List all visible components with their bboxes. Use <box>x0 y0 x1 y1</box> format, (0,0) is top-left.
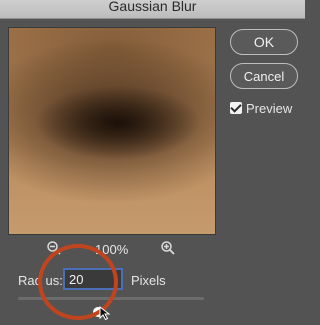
preview-checkbox[interactable] <box>230 102 242 114</box>
zoom-in-icon[interactable] <box>160 240 176 259</box>
mouse-cursor-icon <box>99 305 111 325</box>
blur-preview-image[interactable] <box>8 27 216 235</box>
preview-toggle[interactable]: Preview <box>230 101 292 117</box>
radius-units: Pixels <box>131 273 166 288</box>
window-title: Gaussian Blur <box>108 0 197 14</box>
ok-button[interactable]: OK <box>230 29 298 55</box>
window-title-bar: Gaussian Blur <box>0 0 305 19</box>
cancel-button[interactable]: Cancel <box>230 63 298 89</box>
preview-label: Preview <box>246 101 293 116</box>
zoom-controls: 100% <box>0 240 222 258</box>
